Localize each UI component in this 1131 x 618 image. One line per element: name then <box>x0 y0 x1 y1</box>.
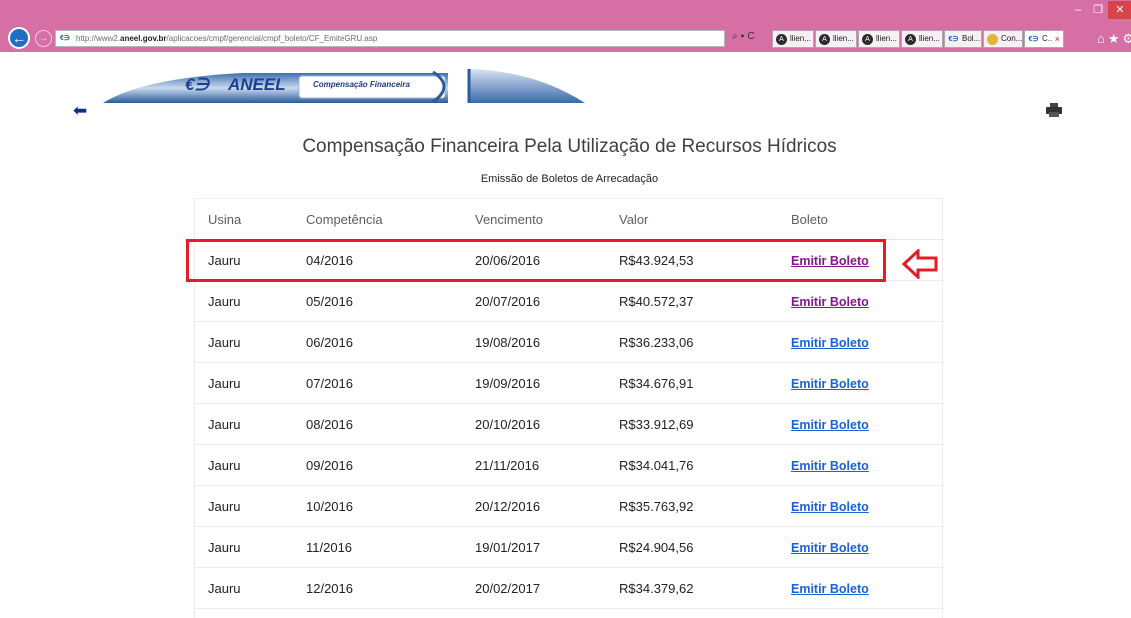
valor-cell: R$33.912,69 <box>619 417 694 432</box>
tab-label: llien... <box>876 34 897 43</box>
tab-label: Con... <box>1001 34 1023 43</box>
usina-cell: Jauru <box>208 294 241 309</box>
aneel-logo-icon: €∋ <box>185 75 210 94</box>
page-title: Compensação Financeira Pela Utilização d… <box>302 136 837 157</box>
emitir-boleto-link[interactable]: Emitir Boleto <box>791 500 869 514</box>
competencia-cell: 09/2016 <box>306 458 353 473</box>
table-row: Jauru 06/2016 19/08/2016 R$36.233,06 Emi… <box>195 322 944 363</box>
vencimento-cell: 20/12/2016 <box>475 499 541 514</box>
competencia-cell: 06/2016 <box>306 335 353 350</box>
usina-cell: Jauru <box>208 335 241 350</box>
aneel-logo-text: ANEEL <box>228 75 286 94</box>
valor-cell: R$34.041,76 <box>619 458 694 473</box>
valor-cell: R$40.572,37 <box>619 294 694 309</box>
a-icon: A <box>862 34 873 45</box>
competencia-cell: 07/2016 <box>306 376 353 391</box>
emitir-boleto-link[interactable]: Emitir Boleto <box>791 418 869 432</box>
competencia-cell: 11/2016 <box>306 540 353 555</box>
valor-cell: R$34.676,91 <box>619 376 694 391</box>
tab-label: llien... <box>919 34 940 43</box>
conv-icon <box>987 34 998 45</box>
usina-cell: Jauru <box>208 417 241 432</box>
banner-label: Compensação Financeira <box>313 80 410 89</box>
usina-cell: Jauru <box>208 581 241 596</box>
aneel-favicon-icon: €∋ <box>60 34 73 43</box>
usina-cell: Jauru <box>208 499 241 514</box>
vencimento-cell: 20/07/2016 <box>475 294 541 309</box>
outline-left-arrow-icon <box>902 249 938 279</box>
a-icon: A <box>905 34 916 45</box>
tab-label: llien... <box>790 34 811 43</box>
a-icon: A <box>819 34 830 45</box>
vencimento-cell: 19/01/2017 <box>475 540 541 555</box>
vencimento-cell: 19/09/2016 <box>475 376 541 391</box>
table-header-row: Usina Competência Vencimento Valor Bolet… <box>195 199 944 240</box>
browser-tab[interactable]: Allien... <box>858 30 900 48</box>
vencimento-cell: 21/11/2016 <box>475 458 540 473</box>
emitir-boleto-link[interactable]: Emitir Boleto <box>791 541 869 555</box>
table-row: Jauru 07/2016 19/09/2016 R$34.676,91 Emi… <box>195 363 944 404</box>
page-subtitle: Emissão de Boletos de Arrecadação <box>480 173 659 185</box>
usina-cell: Jauru <box>208 376 241 391</box>
vencimento-cell: 19/08/2016 <box>475 335 541 350</box>
valor-cell: R$34.379,62 <box>619 581 694 596</box>
emitir-boleto-link[interactable]: Emitir Boleto <box>791 582 869 596</box>
competencia-cell: 08/2016 <box>306 417 353 432</box>
tab-label: llien... <box>833 34 854 43</box>
competencia-cell: 12/2016 <box>306 581 353 596</box>
vencimento-cell: 20/10/2016 <box>475 417 541 432</box>
browser-tab[interactable]: €∋ Bol... <box>944 30 982 48</box>
home-favorites-settings-icons[interactable]: ⌂★⚙ <box>1097 31 1131 47</box>
valor-cell: R$36.233,06 <box>619 335 694 350</box>
competencia-cell: 05/2016 <box>306 294 353 309</box>
table-row: Jauru 10/2016 20/12/2016 R$35.763,92 Emi… <box>195 486 944 527</box>
url-prefix: http://www2. <box>76 34 121 43</box>
browser-tab-active[interactable]: €∋ C.. × <box>1024 30 1064 48</box>
table-row: Jauru 08/2016 20/10/2016 R$33.912,69 Emi… <box>195 404 944 445</box>
tab-label: C.. <box>1042 34 1053 43</box>
usina-cell: Jauru <box>208 540 241 555</box>
emitir-boleto-link[interactable]: Emitir Boleto <box>791 336 869 350</box>
url-path: /aplicacoes/cmpf/gerencial/cmpf_boleto/C… <box>166 34 378 43</box>
browser-back-button[interactable]: ← <box>8 27 30 49</box>
valor-cell: R$24.904,56 <box>619 540 694 555</box>
table-row: Jauru 05/2016 20/07/2016 R$40.572,37 Emi… <box>195 281 944 322</box>
printer-icon[interactable] <box>1046 103 1062 117</box>
table-row: Jauru 11/2016 19/01/2017 R$24.904,56 Emi… <box>195 527 944 568</box>
table-row: Jauru 12/2016 20/02/2017 R$34.379,62 Emi… <box>195 568 944 609</box>
competencia-cell: 10/2016 <box>306 499 353 514</box>
search-refresh-controls[interactable]: ⌕ ▾ C <box>732 31 755 42</box>
aneel-banner-right <box>467 69 585 103</box>
browser-tab[interactable]: Con... <box>983 30 1023 48</box>
tab-label: Bol... <box>962 34 981 43</box>
address-bar[interactable]: €∋ http://www2.aneel.gov.br/aplicacoes/c… <box>55 30 725 47</box>
column-header-boleto: Boleto <box>791 212 828 227</box>
column-header-usina: Usina <box>208 212 242 227</box>
tab-close-icon[interactable]: × <box>1055 31 1060 47</box>
aneel-icon: €∋ <box>1028 36 1039 43</box>
restore-icon[interactable]: ❐ <box>1088 1 1108 19</box>
valor-cell: R$35.763,92 <box>619 499 694 514</box>
vencimento-cell: 20/02/2017 <box>475 581 541 596</box>
a-icon: A <box>776 34 787 45</box>
browser-tab[interactable]: Allien... <box>815 30 857 48</box>
emitir-boleto-link[interactable]: Emitir Boleto <box>791 459 869 473</box>
back-arrow-icon[interactable]: ⬅ <box>73 102 91 119</box>
browser-forward-button[interactable]: → <box>35 30 52 47</box>
column-header-competencia: Competência <box>306 212 383 227</box>
browser-tab[interactable]: Allien... <box>901 30 943 48</box>
browser-tab[interactable]: Allien... <box>772 30 814 48</box>
close-icon[interactable]: ✕ <box>1108 1 1131 19</box>
table-row: Jauru 09/2016 21/11/2016 R$34.041,76 Emi… <box>195 445 944 486</box>
usina-cell: Jauru <box>208 458 241 473</box>
aneel-icon: €∋ <box>948 36 959 43</box>
column-header-vencimento: Vencimento <box>475 212 543 227</box>
highlight-box <box>186 239 886 282</box>
minimize-icon[interactable]: – <box>1068 1 1088 19</box>
window-controls: – ❐ ✕ <box>1068 0 1131 20</box>
emitir-boleto-link[interactable]: Emitir Boleto <box>791 377 869 391</box>
url-host: aneel.gov.br <box>120 34 167 43</box>
emitir-boleto-link[interactable]: Emitir Boleto <box>791 295 869 309</box>
column-header-valor: Valor <box>619 212 649 227</box>
